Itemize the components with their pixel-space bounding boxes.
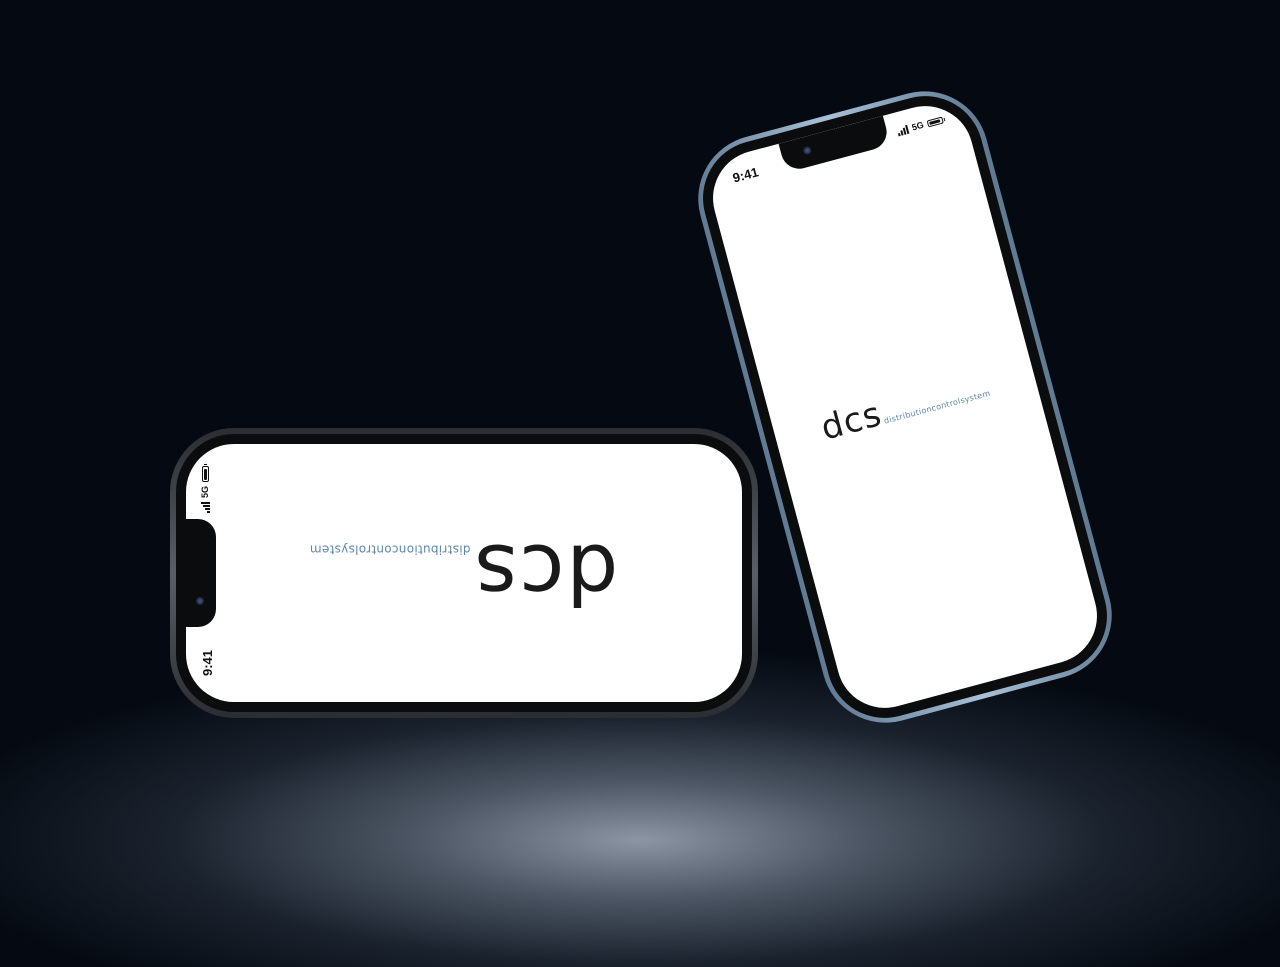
front-camera-icon xyxy=(196,597,204,605)
network-label: 5G xyxy=(200,486,210,499)
network-label: 5G xyxy=(910,119,925,133)
logo-main-text: dcs xyxy=(472,525,619,621)
logo-sub-text: distributioncontrolsystem xyxy=(309,542,471,557)
status-time: 9:41 xyxy=(200,649,215,676)
logo-sub-text: distributioncontrolsystem xyxy=(882,388,992,426)
phone-bezel: 9:41 5G dcs distributioncontrolsystem xyxy=(176,434,752,712)
battery-level xyxy=(203,469,207,480)
logo-main-text: dcs xyxy=(816,394,887,449)
status-indicators: 5G xyxy=(200,466,210,514)
battery-level xyxy=(928,118,941,125)
signal-icon xyxy=(896,124,910,136)
battery-icon xyxy=(201,466,209,482)
notch xyxy=(778,115,891,173)
phone-screen: 9:41 5G dcs distributioncontrolsystem xyxy=(186,444,742,702)
battery-icon xyxy=(926,116,944,127)
status-time: 9:41 xyxy=(730,164,761,186)
phone-landscape: 9:41 5G dcs distributioncontrolsystem xyxy=(170,428,758,718)
dcs-logo: dcs distributioncontrolsystem xyxy=(310,444,619,702)
signal-icon xyxy=(200,502,210,514)
dcs-logo: dcs distributioncontrolsystem xyxy=(816,365,993,449)
front-camera-icon xyxy=(802,145,813,156)
mockup-scene: 9:41 5G dcs distributioncontrolsystem 9:… xyxy=(0,0,1280,967)
status-indicators: 5G xyxy=(896,115,944,137)
phone-screen: 9:41 5G dcs distributioncontrolsystem xyxy=(702,95,1108,719)
notch xyxy=(186,519,216,627)
